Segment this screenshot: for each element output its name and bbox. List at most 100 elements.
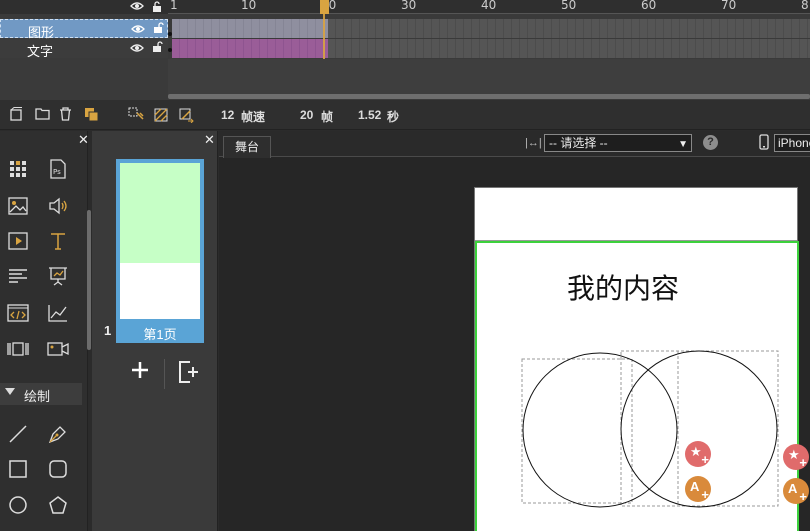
chart-icon[interactable]: [46, 301, 70, 325]
pages-panel: ✕ 第1页 1: [92, 131, 218, 531]
canvas-content-region[interactable]: 我的内容 ★ + A +: [475, 241, 799, 531]
stage-tab-bar: 舞台 |↔| -- 请选择 -- ▼ ? iPhone: [219, 131, 810, 158]
image-icon[interactable]: [6, 194, 30, 218]
eye-icon[interactable]: [131, 23, 145, 37]
lock-icon[interactable]: [152, 1, 162, 16]
draw-section-header[interactable]: 绘制: [0, 383, 82, 405]
clear-frames-icon[interactable]: [153, 107, 169, 123]
star-icon: ★: [690, 444, 702, 459]
canvas-header-region[interactable]: [475, 188, 797, 241]
chevron-down-icon: ▼: [678, 139, 688, 150]
eye-icon[interactable]: [130, 42, 144, 56]
video-icon[interactable]: [6, 229, 30, 253]
page-thumbnail-label: 第1页: [143, 327, 177, 342]
plus-icon: +: [799, 455, 807, 470]
folder-icon[interactable]: [35, 107, 51, 123]
frame-track-text[interactable]: [172, 39, 810, 58]
ruler-tick-label: 1: [170, 0, 178, 12]
draw-section-label: 绘制: [24, 389, 51, 404]
selection-box-left: [521, 358, 633, 504]
timeline-scrollbar[interactable]: [168, 94, 810, 99]
add-page-button[interactable]: [130, 360, 150, 383]
unlock-icon[interactable]: [152, 41, 163, 56]
new-layer-icon[interactable]: [10, 107, 26, 123]
copy-layer-icon[interactable]: [84, 107, 100, 123]
letter-a-icon: A: [788, 481, 798, 496]
letter-a-icon: A: [690, 479, 700, 494]
close-icon[interactable]: ✕: [204, 132, 215, 148]
layer-row-text[interactable]: 文字: [0, 39, 168, 59]
frame-track-graphics[interactable]: [172, 19, 810, 38]
stage-canvas[interactable]: 我的内容 ★ + A +: [474, 187, 799, 531]
timeline-empty-area: [168, 59, 810, 97]
grid-icon[interactable]: [6, 157, 30, 181]
insert-keyframe-icon[interactable]: [128, 107, 144, 123]
circle-icon[interactable]: [6, 493, 30, 517]
rectangle-icon[interactable]: [6, 457, 30, 481]
fps-value[interactable]: 12: [221, 108, 234, 122]
eye-icon[interactable]: [130, 0, 144, 14]
frames-label: 帧: [321, 110, 334, 124]
polygon-icon[interactable]: [46, 493, 70, 517]
stage-area: 舞台 |↔| -- 请选择 -- ▼ ? iPhone 我的内容 ★+: [219, 131, 810, 531]
add-text-button[interactable]: A +: [783, 478, 809, 504]
layer-row-graphics[interactable]: 图形: [0, 19, 168, 40]
star-icon: ★: [788, 447, 800, 462]
page-select-value: -- 请选择 --: [549, 136, 608, 150]
unlock-icon[interactable]: [153, 22, 164, 37]
ruler-tick-label: 30: [401, 0, 417, 12]
help-icon[interactable]: ?: [703, 135, 718, 150]
playhead-line: [323, 14, 325, 59]
timeline-ruler[interactable]: 1 10 20 30 40 50 60 70 8: [168, 0, 810, 14]
fps-label: 帧速: [241, 110, 266, 124]
tools-panel: ✕ Ps 绘制: [0, 131, 91, 531]
slider-icon[interactable]: [6, 337, 30, 361]
add-favorite-button[interactable]: ★ +: [783, 444, 809, 470]
venn-shapes[interactable]: [475, 241, 799, 531]
duration-value: 1.52: [358, 108, 382, 122]
svg-text:Ps: Ps: [53, 168, 61, 176]
tab-stage[interactable]: 舞台: [223, 136, 271, 158]
ruler-tick-label: 8: [801, 0, 809, 12]
add-favorite-button[interactable]: ★ +: [685, 441, 711, 467]
duration-label: 秒: [387, 110, 400, 124]
close-icon[interactable]: ✕: [78, 132, 89, 148]
add-text-button[interactable]: A +: [685, 476, 711, 502]
page-select-dropdown[interactable]: -- 请选择 -- ▼: [544, 134, 692, 152]
page-thumbnail[interactable]: 第1页: [116, 159, 204, 343]
ruler-tick-label: 50: [561, 0, 577, 12]
reverse-frames-icon[interactable]: [178, 107, 194, 124]
circle-shape-left[interactable]: [522, 352, 678, 508]
paragraph-icon[interactable]: [6, 264, 30, 288]
line-icon[interactable]: [6, 422, 30, 446]
audio-icon[interactable]: [46, 194, 70, 218]
photoshop-icon[interactable]: Ps: [46, 157, 70, 181]
trash-icon[interactable]: [59, 107, 75, 123]
caret-down-icon: [5, 388, 15, 395]
text-icon[interactable]: [46, 229, 70, 253]
plus-icon: +: [701, 452, 709, 467]
tools-scrollbar[interactable]: [87, 210, 91, 350]
ruler-tick-label: 10: [241, 0, 257, 12]
device-select-value: iPhone: [778, 136, 810, 150]
divider: [164, 359, 165, 389]
frames-value: 20: [300, 108, 314, 122]
plus-icon: +: [701, 487, 709, 502]
ruler-tick-label: 40: [481, 0, 497, 12]
rounded-rectangle-icon[interactable]: [46, 457, 70, 481]
code-icon[interactable]: [6, 301, 30, 325]
phone-icon: [759, 134, 769, 153]
timeline-toolbar: 12 帧速 20 帧 1.52 秒: [0, 100, 810, 130]
plus-icon: +: [799, 489, 807, 504]
playhead-handle[interactable]: [320, 0, 329, 14]
ruler-tick-label: 60: [641, 0, 657, 12]
page-number: 1: [104, 323, 112, 338]
import-page-button[interactable]: [176, 360, 200, 387]
camera-icon[interactable]: [46, 337, 70, 361]
device-select-dropdown[interactable]: iPhone: [774, 134, 810, 152]
timeline-panel: 1 10 20 30 40 50 60 70 8 图形 文字: [0, 0, 810, 100]
layer-name: 文字: [27, 44, 54, 59]
presentation-icon[interactable]: [46, 264, 70, 288]
page-thumbnail-body-area: [120, 263, 200, 319]
pen-icon[interactable]: [46, 422, 70, 446]
